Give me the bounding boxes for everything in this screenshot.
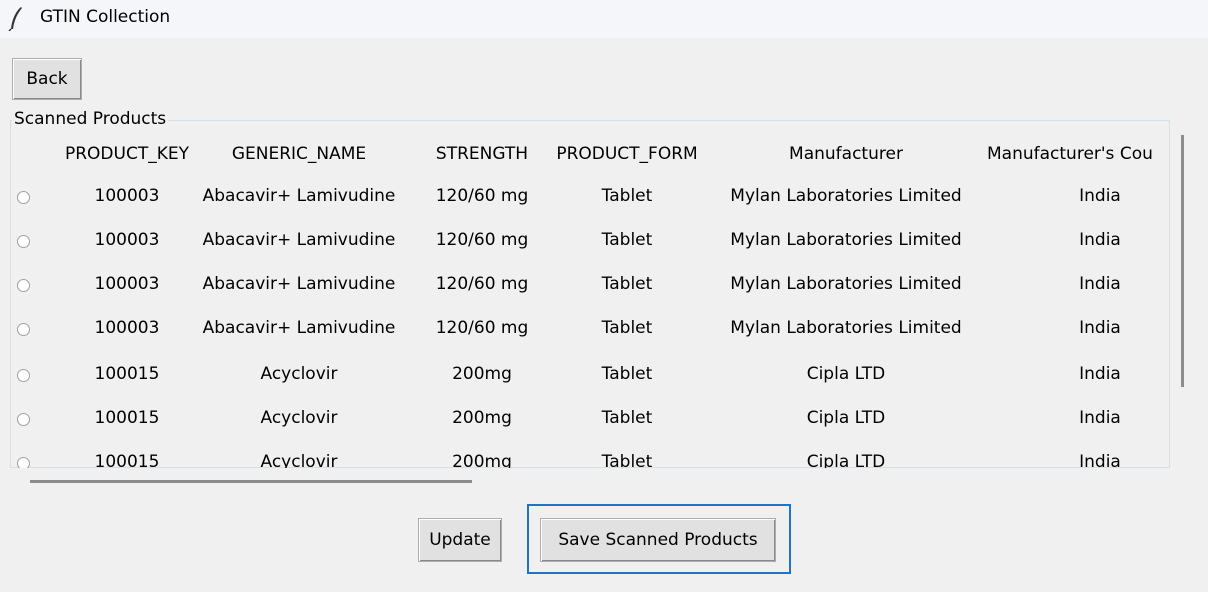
feather-icon xyxy=(8,7,22,31)
table-cell: Tablet xyxy=(601,408,653,428)
table-cell: Abacavir+ Lamivudine xyxy=(202,274,396,294)
table-cell: Acyclovir xyxy=(260,408,338,428)
window-title: GTIN Collection xyxy=(40,7,171,27)
column-header: GENERIC_NAME xyxy=(231,144,367,164)
row-radio[interactable] xyxy=(17,369,30,382)
table-cell: 100015 xyxy=(94,408,160,428)
vertical-scrollbar[interactable] xyxy=(1181,135,1184,387)
save-scanned-products-button[interactable]: Save Scanned Products xyxy=(540,518,776,562)
table-cell: Cipla LTD xyxy=(806,364,886,384)
row-radio[interactable] xyxy=(17,413,30,426)
table-cell: India xyxy=(1079,230,1121,250)
column-header: Manufacturer xyxy=(789,144,903,164)
table-cell: India xyxy=(1079,364,1121,384)
table-cell: 200mg xyxy=(452,364,512,384)
table-cell: Tablet xyxy=(601,230,653,250)
table-cell: 200mg xyxy=(452,408,512,428)
column-header: PRODUCT_FORM xyxy=(556,144,698,164)
update-button[interactable]: Update xyxy=(418,518,502,562)
row-radio[interactable] xyxy=(17,279,30,292)
table-cell: Tablet xyxy=(601,274,653,294)
table-cell: Mylan Laboratories Limited xyxy=(730,318,962,338)
table-cell: Cipla LTD xyxy=(806,408,886,428)
horizontal-scrollbar[interactable] xyxy=(30,480,472,483)
row-radio[interactable] xyxy=(17,191,30,204)
table-cell: Tablet xyxy=(601,364,653,384)
table-cell: 100003 xyxy=(94,230,160,250)
table-cell: 120/60 mg xyxy=(435,318,529,338)
table-cell: 100003 xyxy=(94,274,160,294)
table-cell: India xyxy=(1079,318,1121,338)
table-cell: India xyxy=(1079,186,1121,206)
column-header: Manufacturer's Cou xyxy=(987,144,1153,164)
table-cell: Abacavir+ Lamivudine xyxy=(202,230,396,250)
table-cell: 100003 xyxy=(94,318,160,338)
table-cell: Acyclovir xyxy=(260,364,338,384)
back-button[interactable]: Back xyxy=(12,58,82,100)
table-cell: 100003 xyxy=(94,186,160,206)
column-header: PRODUCT_KEY xyxy=(64,144,189,164)
table-clip xyxy=(0,468,1208,480)
table-cell: Tablet xyxy=(601,318,653,338)
table-cell: Mylan Laboratories Limited xyxy=(730,274,962,294)
table-cell: Mylan Laboratories Limited xyxy=(730,186,962,206)
table-cell: 120/60 mg xyxy=(435,230,529,250)
table-cell: India xyxy=(1079,274,1121,294)
table-cell: 120/60 mg xyxy=(435,186,529,206)
group-label: Scanned Products xyxy=(12,109,169,129)
column-header: STRENGTH xyxy=(435,144,529,164)
row-radio[interactable] xyxy=(17,235,30,248)
table-cell: India xyxy=(1079,408,1121,428)
table-cell: Abacavir+ Lamivudine xyxy=(202,186,396,206)
title-bar: GTIN Collection xyxy=(0,0,1208,38)
table-cell: Abacavir+ Lamivudine xyxy=(202,318,396,338)
table-cell: Mylan Laboratories Limited xyxy=(730,230,962,250)
table-cell: 100015 xyxy=(94,364,160,384)
table-cell: 120/60 mg xyxy=(435,274,529,294)
row-radio[interactable] xyxy=(17,323,30,336)
table-cell: Tablet xyxy=(601,186,653,206)
